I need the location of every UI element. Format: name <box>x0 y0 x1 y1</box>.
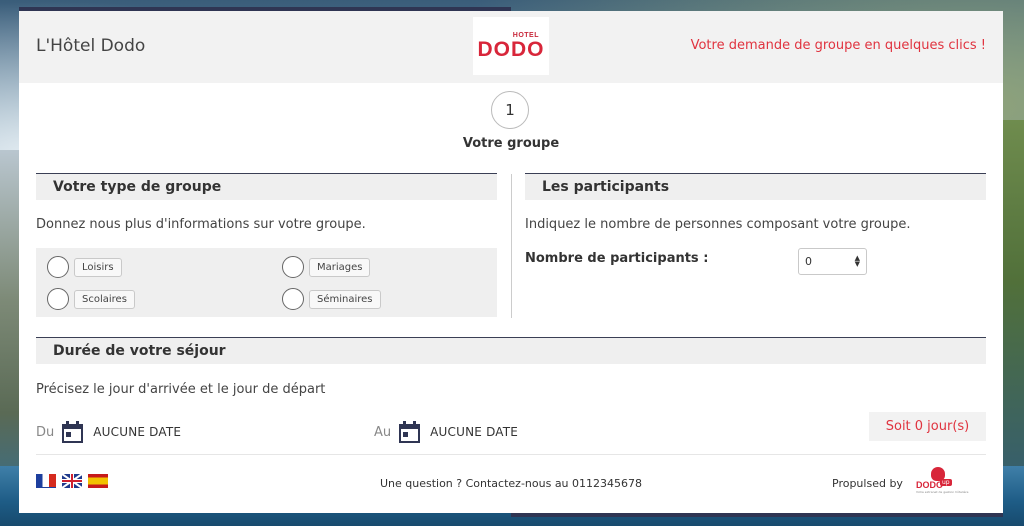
bottom-accent-bar <box>511 513 1003 517</box>
radio-loisirs[interactable]: Loisirs <box>47 256 122 278</box>
group-type-description: Donnez nous plus d'informations sur votr… <box>36 217 366 232</box>
section-participants-title: Les participants <box>525 173 986 200</box>
arrival-prefix: Du <box>36 424 55 440</box>
spinner-arrows-icon[interactable]: ▲ ▼ <box>855 255 860 268</box>
header: L'Hôtel Dodo HOTEL DODO Votre demande de… <box>19 11 1003 83</box>
calendar-icon[interactable] <box>62 421 84 443</box>
group-type-options: Loisirs Mariages Scolaires Séminaires <box>36 248 497 317</box>
step-indicator: 1 <box>491 91 529 129</box>
radio-seminaires[interactable]: Séminaires <box>282 288 381 310</box>
step-label: Votre groupe <box>462 136 560 151</box>
radio-label[interactable]: Scolaires <box>74 289 135 309</box>
footer-divider <box>36 454 986 455</box>
hotel-name: L'Hôtel Dodo <box>36 36 146 56</box>
radio-mariages[interactable]: Mariages <box>282 256 371 278</box>
column-divider <box>511 174 512 318</box>
departure-date-value[interactable]: AUCUNE DATE <box>430 425 518 439</box>
departure-prefix: Au <box>374 424 392 440</box>
brand-sub: Votre extranet de gestion hôtelière <box>916 490 969 494</box>
participants-count-input[interactable]: 0 ▲ ▼ <box>798 248 867 275</box>
participants-count-label: Nombre de participants : <box>525 251 709 266</box>
form-panel: L'Hôtel Dodo HOTEL DODO Votre demande de… <box>19 11 1003 513</box>
arrival-date-picker[interactable]: Du AUCUNE DATE <box>36 421 181 443</box>
calendar-icon[interactable] <box>399 421 421 443</box>
radio-circle[interactable] <box>47 256 69 278</box>
section-stay-title: Durée de votre séjour <box>36 337 986 364</box>
radio-circle[interactable] <box>282 288 304 310</box>
hotel-logo: HOTEL DODO <box>473 17 549 75</box>
propulsed-by-text: Propulsed by <box>832 477 903 490</box>
section-group-type-title: Votre type de groupe <box>36 173 497 200</box>
radio-circle[interactable] <box>47 288 69 310</box>
radio-circle[interactable] <box>282 256 304 278</box>
radio-label[interactable]: Séminaires <box>309 289 381 309</box>
arrival-date-value[interactable]: AUCUNE DATE <box>93 425 181 439</box>
brand-tag: up <box>940 479 952 486</box>
stay-description: Précisez le jour d'arrivée et le jour de… <box>36 382 326 397</box>
radio-label[interactable]: Loisirs <box>74 257 122 277</box>
brand-text: DODO <box>916 480 943 490</box>
departure-date-picker[interactable]: Au AUCUNE DATE <box>374 421 518 443</box>
participants-count-value: 0 <box>805 255 812 268</box>
dodo-up-logo[interactable]: DODO up Votre extranet de gestion hôteli… <box>916 467 969 495</box>
radio-scolaires[interactable]: Scolaires <box>47 288 135 310</box>
stay-days-badge: Soit 0 jour(s) <box>869 412 986 441</box>
participants-description: Indiquez le nombre de personnes composan… <box>525 217 911 232</box>
logo-big-text: DODO <box>477 38 545 61</box>
radio-label[interactable]: Mariages <box>309 257 371 277</box>
header-tagline: Votre demande de groupe en quelques clic… <box>690 38 986 53</box>
